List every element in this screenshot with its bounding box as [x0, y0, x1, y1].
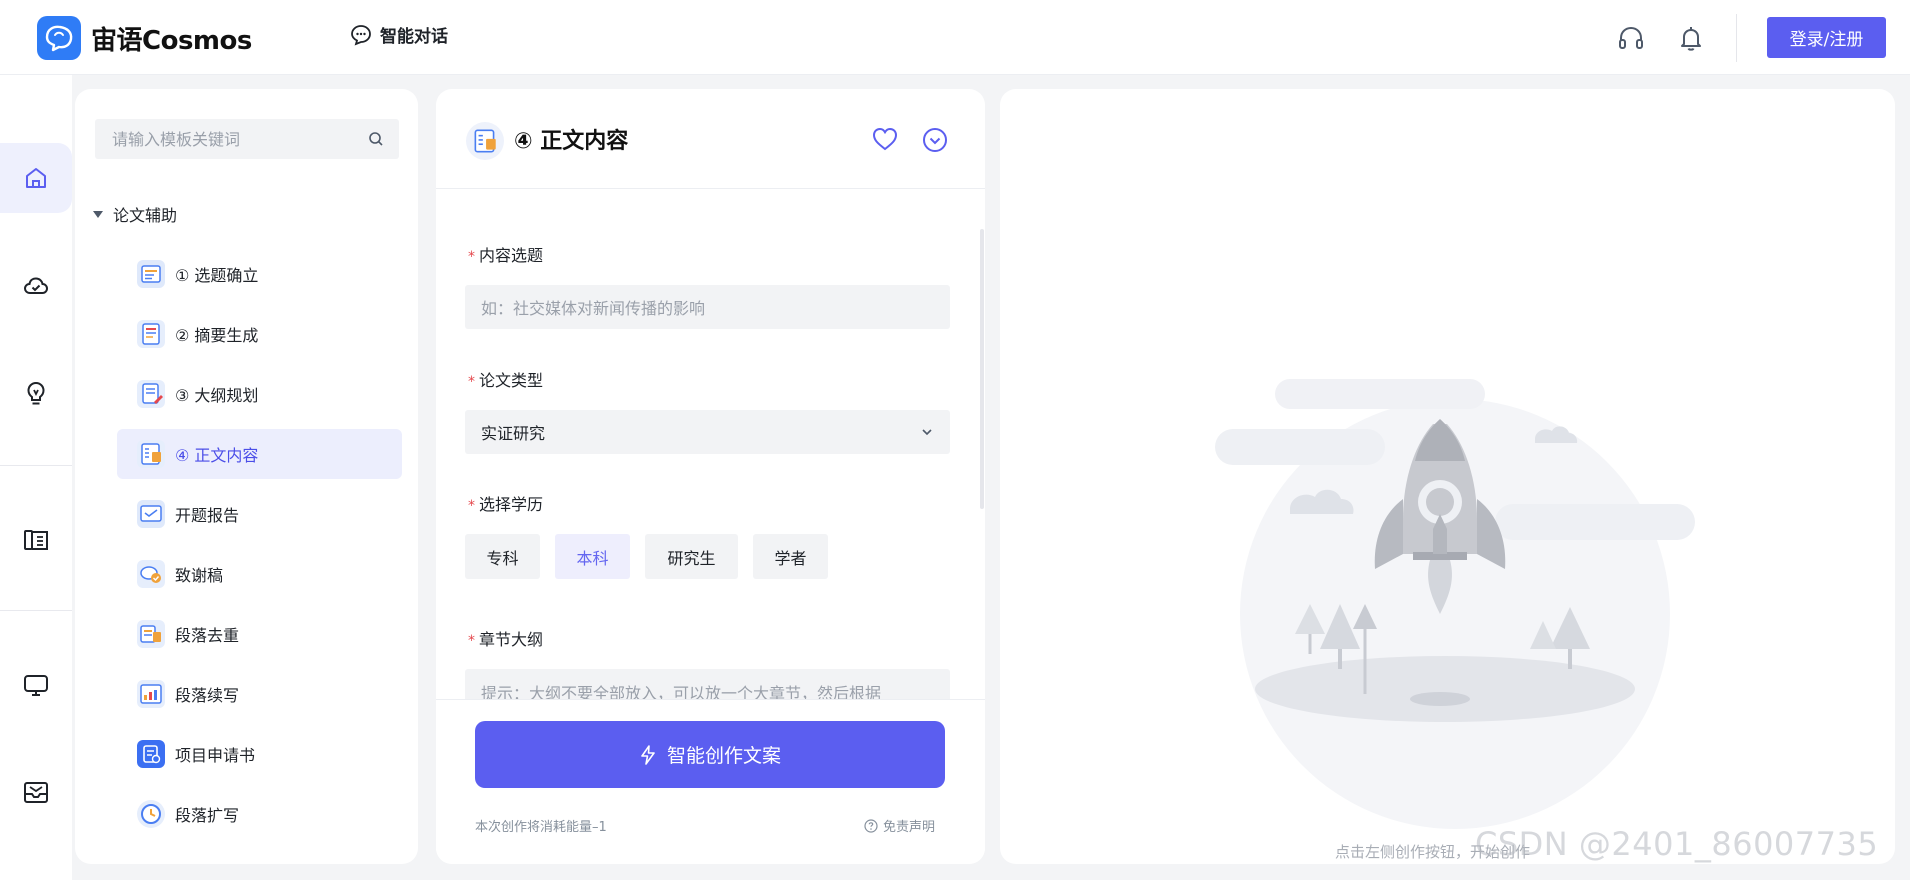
template-search-input[interactable]	[95, 119, 355, 159]
smart-create-button[interactable]: 智能创作文案	[475, 721, 945, 788]
headset-icon[interactable]	[1617, 24, 1645, 52]
template-item-label: ④ 正文内容	[175, 446, 259, 465]
chat-bubble-icon	[351, 24, 371, 46]
template-item[interactable]: 开题报告	[117, 489, 402, 539]
body-content-icon	[137, 440, 165, 468]
template-search[interactable]	[95, 119, 399, 159]
required-mark: *	[468, 249, 475, 265]
template-item[interactable]: 段落续写	[117, 669, 402, 719]
nav-smart-chat-label: 智能对话	[380, 27, 448, 47]
rail-screen[interactable]	[0, 650, 72, 720]
form-panel: ④ 正文内容 * 内容选题 如：社交媒体对新闻传播的影响 * 论文类型 实证研究 *…	[436, 89, 985, 864]
topic-input[interactable]: 如：社交媒体对新闻传播的影响	[465, 285, 950, 329]
chevron-circle-down-icon[interactable]	[921, 126, 949, 154]
degree-option[interactable]: 研究生	[645, 534, 738, 579]
disclaimer-label: 免责声明	[883, 820, 936, 835]
rail-cloud[interactable]	[0, 251, 72, 321]
rail-ideas[interactable]	[0, 359, 72, 429]
template-item-active[interactable]: ④ 正文内容	[117, 429, 402, 479]
template-item[interactable]: 段落扩写	[117, 789, 402, 839]
template-item[interactable]: 项目申请书	[117, 729, 402, 779]
template-item-label: 段落扩写	[175, 806, 240, 825]
login-register-button[interactable]: 登录/注册	[1767, 17, 1886, 58]
degree-option[interactable]: 专科	[465, 534, 540, 579]
book-open-icon	[24, 530, 48, 550]
template-panel: 论文辅助 ① 选题确立 ② 摘要生成 ③ 大纲规划 ④ 正文内容 开题报告	[75, 89, 418, 864]
result-panel: 点击左侧创作按钮，开始创作	[1000, 89, 1895, 864]
template-item-label: 致谢稿	[175, 566, 224, 585]
outline-label: * 章节大纲	[468, 630, 544, 649]
topic-input-placeholder: 如：社交媒体对新闻传播的影响	[481, 299, 706, 318]
top-bar: 宙语Cosmos 智能对话 登录/注册	[0, 0, 1910, 75]
lightbulb-icon	[27, 381, 45, 405]
topic-label: * 内容选题	[468, 246, 544, 265]
form-scrollbar[interactable]	[980, 229, 984, 509]
group-thesis-assist[interactable]: 论文辅助	[93, 202, 177, 226]
disclaimer-link[interactable]: 免责声明	[864, 816, 935, 835]
lightning-icon	[641, 744, 655, 765]
thanks-message-icon	[137, 560, 165, 588]
dedupe-icon	[137, 620, 165, 648]
document-list-icon	[137, 260, 165, 288]
question-circle-icon	[864, 818, 878, 833]
template-item[interactable]: ① 选题确立	[117, 249, 402, 299]
paper-type-select[interactable]: 实证研究	[465, 410, 950, 454]
expand-writing-icon	[137, 800, 165, 828]
template-item-label: ③ 大纲规划	[175, 386, 259, 405]
template-item-label: ② 摘要生成	[175, 326, 259, 345]
required-mark: *	[468, 374, 475, 390]
template-item[interactable]: 致谢稿	[117, 549, 402, 599]
form-title: ④ 正文内容	[514, 129, 629, 154]
required-mark: *	[468, 498, 475, 514]
form-footer: 智能创作文案 本次创作将消耗能量–1 免责声明	[436, 699, 985, 864]
template-item-label: 开题报告	[175, 506, 240, 525]
cosmos-logo-icon[interactable]	[37, 16, 81, 60]
header-divider	[1736, 14, 1737, 62]
left-rail	[0, 75, 72, 880]
template-item[interactable]: ② 摘要生成	[117, 309, 402, 359]
rail-home[interactable]	[0, 143, 72, 213]
bell-icon[interactable]	[1677, 24, 1705, 52]
continue-writing-icon	[137, 680, 165, 708]
paper-type-label: * 论文类型	[468, 371, 544, 390]
template-item-label: ① 选题确立	[175, 266, 259, 285]
template-item-label: 段落续写	[175, 686, 240, 705]
body-content-icon	[466, 122, 504, 160]
application-form-icon	[137, 740, 165, 768]
rail-separator	[0, 465, 72, 466]
outline-doc-icon	[137, 380, 165, 408]
required-mark: *	[468, 633, 475, 649]
brand-name[interactable]: 宙语Cosmos	[91, 20, 252, 57]
rocket-illustration	[1215, 379, 1695, 829]
cloud-check-icon	[23, 277, 49, 294]
rail-separator	[0, 610, 72, 611]
search-icon[interactable]	[368, 131, 384, 147]
rail-library[interactable]	[0, 505, 72, 575]
template-item-label: 项目申请书	[175, 746, 256, 765]
energy-cost-note: 本次创作将消耗能量–1	[475, 820, 607, 835]
monitor-icon	[24, 675, 48, 696]
csdn-watermark: CSDN @2401_86007735	[1475, 825, 1879, 863]
form-header: ④ 正文内容	[436, 89, 985, 189]
rail-inbox[interactable]	[0, 757, 72, 827]
template-item-label: 段落去重	[175, 626, 240, 645]
caret-down-icon	[93, 210, 103, 218]
template-item[interactable]: ③ 大纲规划	[117, 369, 402, 419]
group-title: 论文辅助	[113, 206, 178, 225]
abstract-doc-icon	[137, 320, 165, 348]
mail-icon	[24, 782, 48, 803]
smart-create-label: 智能创作文案	[666, 745, 781, 767]
paper-type-value: 实证研究	[481, 424, 546, 443]
degree-option-selected[interactable]: 本科	[555, 534, 630, 579]
home-icon	[26, 168, 46, 188]
chevron-down-icon	[922, 429, 932, 436]
heart-icon[interactable]	[871, 126, 899, 152]
report-icon	[137, 500, 165, 528]
template-item[interactable]: 段落去重	[117, 609, 402, 659]
nav-smart-chat[interactable]: 智能对话	[350, 22, 448, 47]
degree-option[interactable]: 学者	[753, 534, 828, 579]
degree-label: * 选择学历	[468, 495, 544, 514]
